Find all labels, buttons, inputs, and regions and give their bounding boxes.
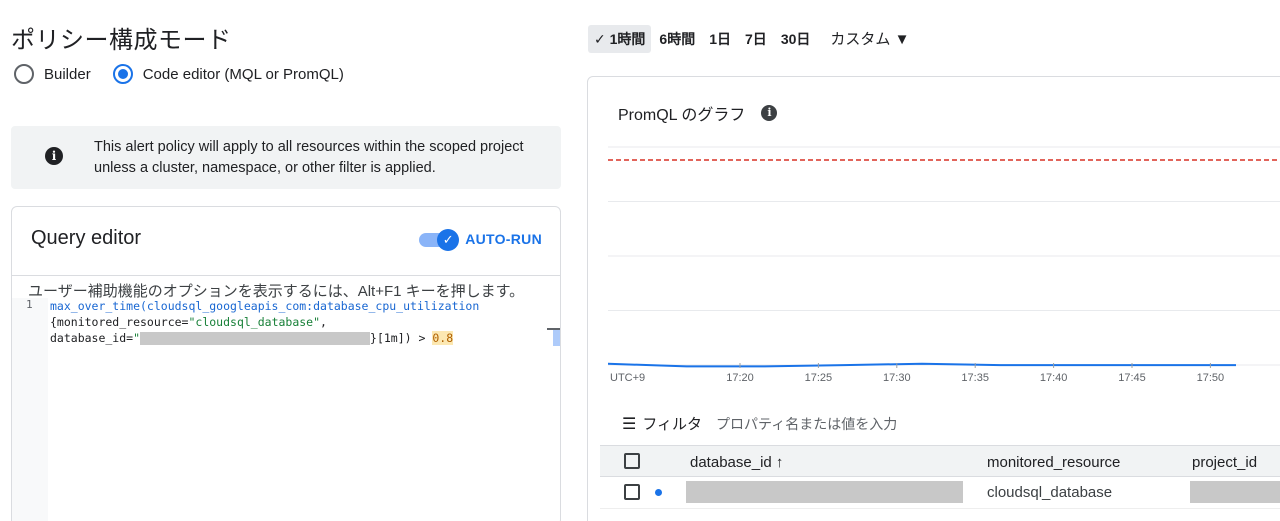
x-tick-label: 17:20	[726, 372, 754, 383]
time-option-7d[interactable]: 7日	[739, 25, 773, 53]
time-range-selector: ✓ 1時間 6時間 1日 7日 30日 カスタム ▼	[588, 24, 915, 53]
radio-builder[interactable]: Builder	[14, 64, 91, 84]
code-line-2a: {monitored_resource=	[50, 315, 189, 329]
filter-icon[interactable]: ☰	[622, 414, 636, 434]
redacted-database-id-cell	[686, 481, 963, 503]
table-header: database_id ↑ monitored_resource project…	[600, 445, 1280, 477]
code-line-3-string: "	[133, 331, 141, 345]
time-option-1d[interactable]: 1日	[703, 25, 737, 53]
sort-ascending-icon: ↑	[775, 454, 784, 471]
time-option-6h[interactable]: 6時間	[653, 25, 701, 53]
code-line-1: max_over_time(cloudsql_googleapis_com:da…	[50, 299, 480, 313]
x-tick-label: 17:35	[961, 372, 989, 383]
query-editor-card: Query editor ✓ AUTO-RUN ユーザー補助機能のオプションを表…	[11, 206, 561, 521]
graph-title: PromQL のグラフ	[618, 107, 746, 124]
line-number: 1	[26, 298, 33, 311]
info-text: This alert policy will apply to all reso…	[94, 139, 524, 176]
row-checkbox[interactable]	[624, 484, 640, 500]
editor-cursor-line	[547, 328, 560, 330]
code-line-2b: ,	[320, 315, 327, 329]
editor-scroll-marker[interactable]	[553, 328, 560, 346]
code-content[interactable]: max_over_time(cloudsql_googleapis_com:da…	[50, 298, 479, 346]
radio-label-code-editor: Code editor (MQL or PromQL)	[142, 65, 344, 83]
x-tick-label: 17:25	[805, 372, 833, 383]
info-icon: i	[45, 147, 63, 165]
radio-label-builder: Builder	[44, 65, 91, 83]
radio-circle-code-editor[interactable]	[112, 64, 133, 84]
info-banner: i This alert policy will apply to all re…	[11, 126, 561, 189]
select-all-checkbox[interactable]	[624, 453, 640, 469]
series-color-dot	[655, 489, 662, 496]
timezone-label: UTC+9	[610, 372, 645, 383]
radio-circle-builder[interactable]	[14, 64, 34, 84]
column-monitored-resource[interactable]: monitored_resource	[987, 454, 1120, 471]
left-pane: ポリシー構成モード Builder Code editor (MQL or Pr…	[0, 0, 575, 521]
radio-code-editor[interactable]: Code editor (MQL or PromQL)	[112, 64, 344, 84]
redacted-database-id	[140, 332, 371, 345]
time-option-1h[interactable]: ✓ 1時間	[588, 24, 652, 53]
mode-radio-group: Builder Code editor (MQL or PromQL)	[14, 64, 366, 84]
toggle-switch[interactable]: ✓	[419, 229, 460, 251]
check-icon: ✓	[437, 229, 460, 251]
caret-down-icon: ▼	[894, 31, 910, 48]
autorun-label: AUTO-RUN	[465, 231, 542, 247]
table-row[interactable]: cloudsql_database	[600, 477, 1280, 509]
promql-chart[interactable]: UTC+9 17:20 17:25 17:30 17:35 17:40 17:45 17:50	[608, 143, 1280, 383]
filter-label: フィルタ	[642, 416, 703, 433]
column-project-id[interactable]: project_id	[1192, 454, 1257, 471]
time-option-custom[interactable]: カスタム ▼	[824, 24, 915, 53]
code-line-3a: database_id=	[50, 331, 134, 345]
filter-input[interactable]: プロパティ名または値を入力	[716, 414, 897, 434]
filter-bar: ☰ フィルタ プロパティ名または値を入力	[622, 413, 897, 434]
query-editor-title: Query editor	[31, 227, 142, 249]
x-tick-label: 17:30	[883, 372, 911, 383]
x-tick-label: 17:40	[1040, 372, 1068, 383]
code-editor[interactable]: ユーザー補助機能のオプションを表示するには、Alt+F1 キーを押します。 1 …	[12, 275, 560, 521]
check-icon: ✓	[594, 30, 606, 47]
info-icon[interactable]: i	[761, 105, 778, 121]
editor-gutter	[12, 298, 48, 521]
graph-card: PromQL のグラフ i UTC+9 17:20 17:25 17:30 17:35 1…	[587, 76, 1280, 521]
redacted-project-id-cell	[1190, 481, 1280, 503]
code-line-3b: }[1m]) >	[370, 331, 433, 345]
time-option-30d[interactable]: 30日	[775, 25, 817, 53]
code-line-2-string: "cloudsql_database"	[188, 315, 321, 329]
column-database-id[interactable]: database_id ↑	[690, 454, 783, 471]
cell-monitored-resource: cloudsql_database	[987, 484, 1113, 501]
graph-title-row: PromQL のグラフ i	[618, 101, 778, 125]
page-title: ポリシー構成モード	[11, 27, 232, 54]
x-tick-label: 17:45	[1118, 372, 1146, 383]
threshold-value: 0.8	[432, 331, 454, 345]
autorun-toggle[interactable]: ✓ AUTO-RUN	[419, 229, 542, 251]
x-tick-label: 17:50	[1197, 372, 1225, 383]
